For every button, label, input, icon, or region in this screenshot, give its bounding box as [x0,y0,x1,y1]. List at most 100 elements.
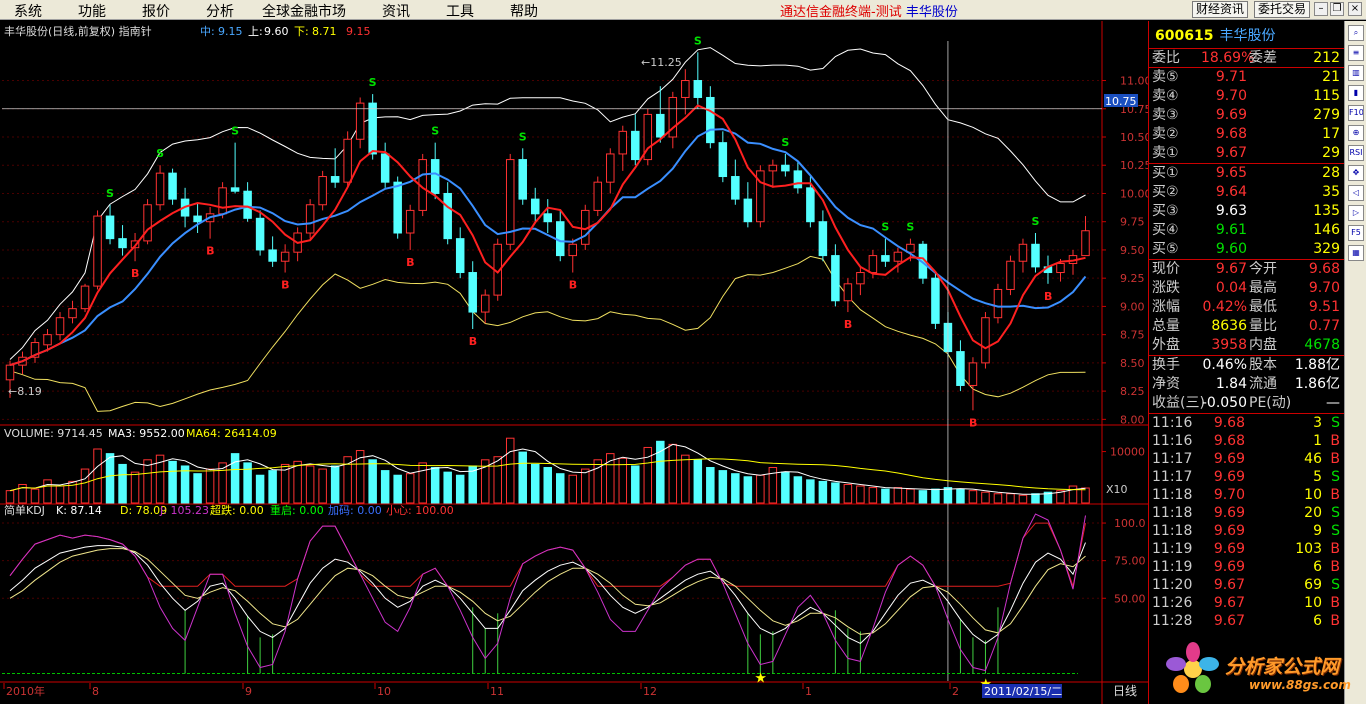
candle-body [931,277,940,324]
stat-row: 收益(三) -0.050 PE(动) — [1149,394,1344,413]
menu-quote[interactable]: 报价 [142,1,170,21]
tool-zoom-icon[interactable]: ⊕ [1348,125,1364,141]
ask-row-label: 卖④ [1152,88,1179,104]
tick-price: 9.69 [1213,559,1245,575]
tick-side: B [1330,613,1340,629]
minimize-icon[interactable]: – [1314,2,1328,16]
tool-next-icon[interactable]: ▷ [1348,205,1364,221]
volume-bar [631,465,640,504]
candle-body [1056,262,1065,274]
candle-body [218,187,227,215]
menu-analysis[interactable]: 分析 [206,1,234,21]
tick-price: 9.69 [1213,451,1245,467]
volume-bar [268,470,277,504]
ask-row-price: 9.69 [1215,107,1247,123]
tick-price: 9.67 [1213,577,1245,593]
kdj-j: J: 105.23 [159,504,209,517]
bid-row: 买② 9.64 35 [1149,183,1344,202]
stat-row: 涨幅 0.42% 最低 9.51 [1149,298,1344,317]
volume-bar [455,474,465,504]
ask-row: 卖④ 9.70 115 [1149,87,1344,106]
tool-prev-icon[interactable]: ◁ [1348,185,1364,201]
volume-bar [781,471,790,504]
sell-signal: S [231,125,239,138]
menu-tools[interactable]: 工具 [446,1,474,21]
tick-row: 11:18 9.69 9 S [1149,522,1344,540]
restore-icon[interactable]: ❐ [1330,2,1344,16]
tick-time: 11:18 [1152,523,1193,539]
candle-body [430,159,440,194]
tick-side: S [1331,415,1340,431]
tick-price: 9.69 [1213,541,1245,557]
tool-move-icon[interactable]: ✥ [1348,165,1364,181]
candle-body [268,249,277,262]
volume-bar [881,488,890,504]
volume-bar [193,473,202,504]
menu-global-markets[interactable]: 全球金融市场 [262,1,346,21]
ask-row-label: 卖③ [1152,107,1179,123]
trade-button[interactable]: 委托交易 [1254,1,1311,18]
candle-body [993,288,1003,319]
stat-value2: 4678 [1304,337,1340,353]
tick-row: 11:18 9.69 20 S [1149,504,1344,522]
tick-price: 9.68 [1213,433,1245,449]
candle-body [831,255,840,302]
tick-row: 11:17 9.69 5 S [1149,468,1344,486]
ask-row: 卖⑤ 9.71 21 [1149,68,1344,87]
sell-signal: S [431,125,439,138]
news-button[interactable]: 财经资讯 [1192,1,1249,18]
tick-price: 9.68 [1213,415,1245,431]
date-tick-label: 9 [245,685,252,698]
tool-rsi-icon[interactable]: RSI [1348,145,1364,161]
tool-f10-icon[interactable]: F10 [1348,105,1364,121]
volume-bar [1018,494,1028,504]
tick-time: 11:17 [1152,451,1193,467]
buy-signal: B [131,267,139,280]
volume-bar [330,465,340,504]
tool-f5-icon[interactable]: F5 [1348,225,1364,241]
chart-title: 丰华股份(日线,前复权) 指南针 [4,24,152,38]
candle-body [618,130,628,155]
close-icon[interactable]: × [1348,2,1362,16]
ask-row-label: 卖⑤ [1152,69,1179,85]
tool-list-icon[interactable]: ≡ [1348,45,1364,61]
tool-candle-icon[interactable]: ▮ [1348,85,1364,101]
volume-bar [806,479,815,504]
bid-row-label: 买① [1152,165,1179,181]
bid-row-volume: 35 [1322,184,1340,200]
min-price-label: ←8.19 [8,385,42,398]
candle-body [806,187,815,223]
candle-body [818,221,828,257]
tick-time: 11:16 [1152,433,1193,449]
stat-label: 净资 [1152,376,1180,392]
tick-side: B [1330,433,1340,449]
candle-body [593,181,603,211]
tick-row: 11:28 9.67 6 B [1149,612,1344,630]
stat-value: 3958 [1211,337,1247,353]
tick-side: B [1330,541,1340,557]
candle-body [368,102,377,155]
tool-chart-icon[interactable]: ▥ [1348,65,1364,81]
candle-body [318,176,327,206]
candle-body [168,172,177,200]
tool-grid-icon[interactable]: ▦ [1348,245,1364,261]
candle-body [543,213,552,223]
tick-side: S [1331,523,1340,539]
kdj-caution: 小心: 100.00 [386,504,454,517]
menu-news[interactable]: 资讯 [382,1,410,21]
stat-label2: 量比 [1249,318,1277,334]
tick-row: 11:16 9.68 1 B [1149,432,1344,450]
menu-system[interactable]: 系统 [14,1,42,21]
candle-body [330,176,340,183]
date-tick-label: 2010年 [6,684,45,698]
ask-row-price: 9.68 [1215,126,1247,142]
period-label[interactable]: 日线 [1113,684,1137,698]
candle-body [193,215,202,223]
menu-function[interactable]: 功能 [78,1,106,21]
bid-row-label: 买② [1152,184,1179,200]
tool-search-icon[interactable]: ⌕ [1348,25,1364,41]
volume-bar [756,474,765,504]
menu-help[interactable]: 帮助 [510,1,538,21]
stock-chart[interactable]: ★★ 11.0010.7510.5010.2510.009.759.509.25… [0,21,1148,704]
volume-bar [255,474,265,504]
